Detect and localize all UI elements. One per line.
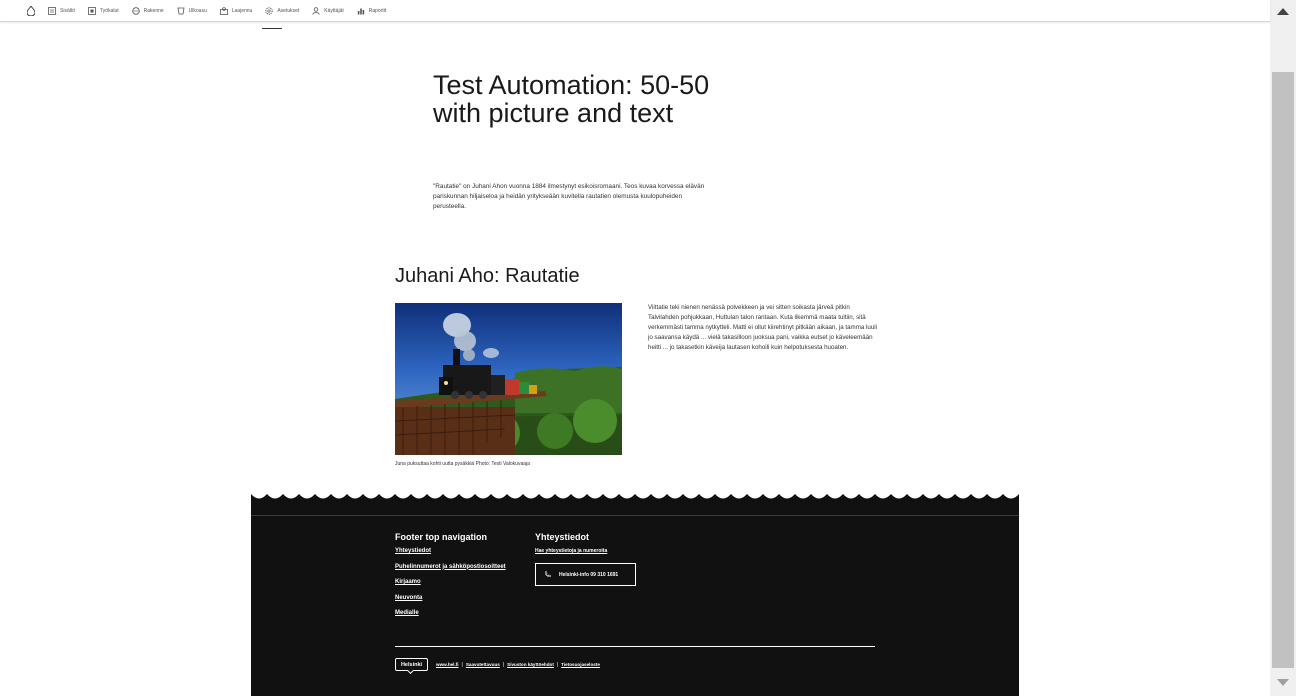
- admin-toolbar: Sisältö Työkalut Rakenne Ulkoasu Laajenn…: [0, 0, 1270, 22]
- footer-top-navigation: Footer top navigation Yhteystiedot Puhel…: [395, 532, 506, 626]
- footer-link-medialle[interactable]: Medialle: [395, 610, 506, 616]
- section-title: Juhani Aho: Rautatie: [395, 265, 580, 287]
- footer-link-puhelinnumerot[interactable]: Puhelinnumerot ja sähköpostiosoitteet: [395, 564, 506, 570]
- toolbar-item-content[interactable]: Sisältö: [48, 6, 76, 15]
- footer-contact-heading: Yhteystiedot: [535, 532, 590, 542]
- footer-divider: [395, 646, 875, 647]
- toolbar-item-structure[interactable]: Rakenne: [131, 6, 164, 15]
- toolbar-item-extend[interactable]: Laajennu: [219, 6, 253, 15]
- footer-bottom-link-privacy[interactable]: Tietosuojaseloste: [561, 662, 600, 667]
- active-tab-indicator: [262, 28, 282, 29]
- footer-contact: Yhteystiedot Hae yhteystietoja ja numero…: [535, 532, 636, 586]
- logo-text: Helsinki: [400, 661, 423, 668]
- separator: |: [556, 661, 559, 668]
- toolbar-item-users[interactable]: Käyttäjät: [312, 6, 344, 15]
- footer-bottom-link-terms[interactable]: Sivuston käyttöehdot: [507, 662, 554, 667]
- page-lead: "Rautatie" on Juhani Ahon vuonna 1884 il…: [433, 183, 705, 210]
- toolbar-item-label: Sisältö: [60, 7, 76, 14]
- helsinki-logo[interactable]: Helsinki: [395, 658, 428, 671]
- separator: |: [461, 661, 463, 668]
- footer-bottom-link-accessibility[interactable]: Saavutettavuus: [466, 662, 500, 667]
- settings-icon: [265, 6, 273, 15]
- toolbar-item-reports[interactable]: Raportit: [357, 7, 387, 15]
- scrollbar-thumb[interactable]: [1272, 72, 1294, 668]
- phone-icon: [544, 571, 551, 578]
- footer-link-yhteystiedot[interactable]: Yhteystiedot: [395, 548, 506, 554]
- image-caption: Juna puksuttaa kohti uutta pysäkkiä Phot…: [395, 461, 530, 467]
- toolbar-item-label: Asetukset: [277, 7, 300, 14]
- footer-link-kirjaamo[interactable]: Kirjaamo: [395, 579, 506, 585]
- toolbar-item-tools[interactable]: Työkalut: [88, 6, 119, 15]
- drupal-logo-icon[interactable]: [24, 4, 38, 18]
- separator: |: [502, 661, 505, 668]
- toolbar-item-label: Työkalut: [100, 7, 119, 14]
- content-icon: [48, 6, 56, 15]
- page-title: Test Automation: 50-50 with picture and …: [433, 70, 710, 128]
- users-icon: [312, 6, 320, 15]
- scroll-down-arrow-icon[interactable]: [1277, 679, 1289, 686]
- footer-contact-link[interactable]: Hae yhteystietoja ja numeroita: [535, 548, 636, 554]
- reports-icon: [357, 8, 364, 14]
- tools-icon: [88, 6, 96, 15]
- toolbar-item-label: Ulkoasu: [188, 7, 207, 14]
- toolbar-item-label: Laajennu: [231, 7, 253, 14]
- footer-bottom-link-helfi[interactable]: www.hel.fi: [436, 662, 459, 667]
- phone-button[interactable]: Helsinki-info 09 310 1691: [535, 563, 636, 586]
- toolbar-item-label: Käyttäjät: [324, 7, 344, 14]
- scroll-up-arrow-icon[interactable]: [1277, 8, 1289, 15]
- toolbar-item-label: Raportit: [368, 7, 387, 14]
- appearance-icon: [177, 7, 185, 14]
- footer-wave-decoration: [251, 494, 1019, 506]
- footer-nav-heading: Footer top navigation: [395, 532, 487, 542]
- section-body-text: Viittatie teki nienen nenässä polvekkeen…: [648, 304, 878, 351]
- extend-icon: [219, 6, 228, 15]
- footer-link-neuvonta[interactable]: Neuvonta: [395, 595, 506, 601]
- footer-top-divider: [251, 515, 1019, 516]
- phone-button-label: Helsinki-info 09 310 1691: [559, 571, 619, 578]
- footer-bottom-bar: Helsinki www.hel.fi | Saavutettavuus | S…: [395, 658, 600, 671]
- toolbar-item-label: Rakenne: [143, 7, 164, 14]
- train-image: [395, 303, 622, 455]
- footer: Footer top navigation Yhteystiedot Puhel…: [251, 494, 1019, 696]
- structure-icon: [131, 6, 140, 15]
- toolbar-item-settings[interactable]: Asetukset: [265, 6, 300, 15]
- toolbar-item-appearance[interactable]: Ulkoasu: [177, 7, 207, 15]
